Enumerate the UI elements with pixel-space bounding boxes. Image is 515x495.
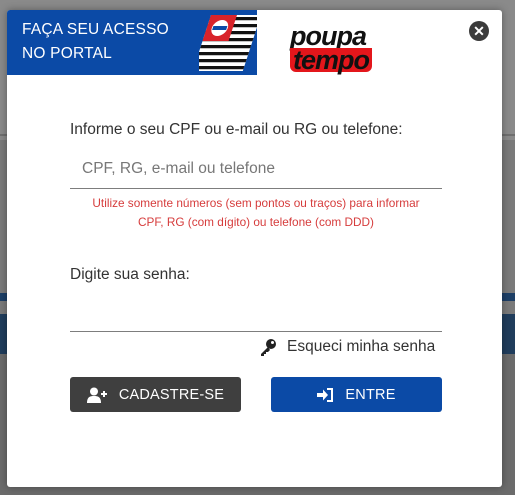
close-icon: ✕	[473, 23, 485, 39]
sao-paulo-flag-icon	[199, 15, 257, 71]
login-input[interactable]	[70, 150, 442, 188]
login-field-label: Informe o seu CPF ou e-mail ou RG ou tel…	[70, 121, 403, 138]
register-button[interactable]: CADASTRE-SE	[70, 377, 241, 412]
password-field-label: Digite sua senha:	[70, 266, 190, 283]
login-hint: Utilize somente números (sem pontos ou t…	[70, 194, 442, 232]
login-hint-line1: Utilize somente números (sem pontos ou t…	[92, 196, 420, 210]
enter-button[interactable]: ENTRE	[271, 377, 442, 412]
forgot-password-label: Esqueci minha senha	[287, 338, 436, 355]
key-icon	[261, 339, 276, 356]
sign-in-icon	[317, 387, 334, 402]
password-input[interactable]	[70, 293, 442, 331]
poupatempo-logo: poupa tempo	[290, 23, 390, 74]
modal-title-line1: FAÇA SEU ACESSO	[22, 21, 169, 38]
login-modal: FAÇA SEU ACESSO NO PORTAL poupa tempo ✕ …	[7, 10, 502, 487]
logo-line2: tempo	[290, 47, 372, 74]
modal-title-line2: NO PORTAL	[22, 45, 112, 62]
login-input-container	[70, 150, 442, 189]
register-button-label: CADASTRE-SE	[118, 386, 225, 403]
user-plus-icon	[86, 387, 107, 403]
login-hint-line2: CPF, RG (com dígito) ou telefone (com DD…	[137, 215, 374, 229]
close-button[interactable]: ✕	[469, 21, 489, 41]
forgot-password-link[interactable]: Esqueci minha senha	[259, 338, 435, 356]
modal-title: FAÇA SEU ACESSO NO PORTAL	[22, 18, 169, 66]
enter-button-label: ENTRE	[345, 386, 396, 403]
password-input-container	[70, 293, 442, 332]
